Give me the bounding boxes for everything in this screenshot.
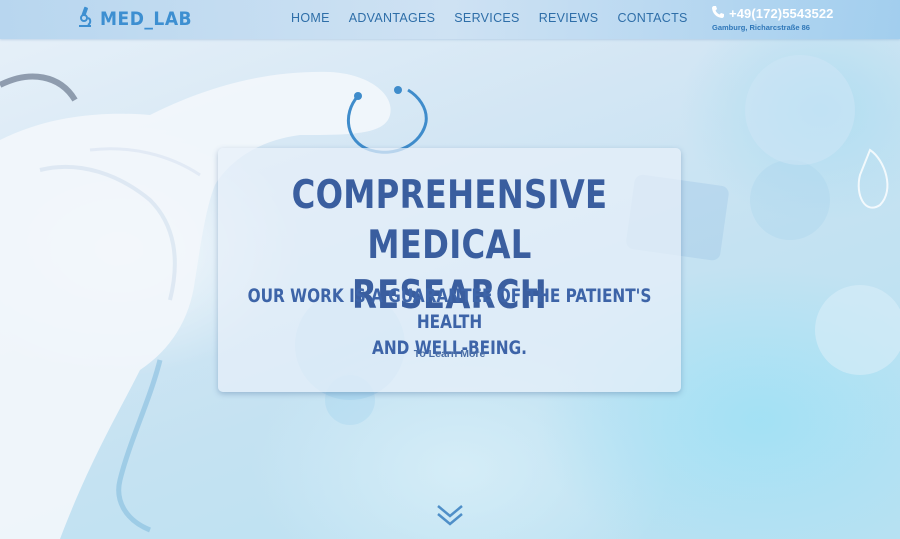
phone-link[interactable]: +49(172)5543522 — [711, 4, 834, 23]
address-text: Gamburg, Richarcstraße 86 — [712, 23, 810, 32]
double-chevron-down-icon — [437, 505, 463, 526]
site-header: MED_LAB HOME ADVANTAGES SERVICES REVIEWS… — [0, 0, 900, 39]
phone-icon — [711, 4, 725, 23]
microscope-icon — [76, 6, 94, 32]
brand-logo[interactable]: MED_LAB — [76, 6, 193, 32]
brand-name: MED_LAB — [100, 8, 193, 30]
main-nav: HOME ADVANTAGES SERVICES REVIEWS CONTACT… — [291, 11, 707, 25]
nav-item-home[interactable]: HOME — [291, 11, 330, 25]
scroll-down-button[interactable] — [436, 503, 464, 533]
nav-item-reviews[interactable]: REVIEWS — [539, 11, 599, 25]
nav-item-advantages[interactable]: ADVANTAGES — [349, 11, 436, 25]
hero-subtitle-line-1: OUR WORK IS A GUARANTEE OF THE PATIENT'S… — [247, 286, 652, 333]
learn-more-link[interactable]: To Learn More — [218, 348, 681, 360]
phone-number: +49(172)5543522 — [729, 6, 834, 21]
nav-item-services[interactable]: SERVICES — [454, 11, 519, 25]
nav-item-contacts[interactable]: CONTACTS — [617, 11, 687, 25]
hero-title-line-1: COMPREHENSIVE MEDICAL — [291, 173, 608, 268]
hero-card: COMPREHENSIVE MEDICAL RESEARCH OUR WORK … — [218, 148, 681, 392]
